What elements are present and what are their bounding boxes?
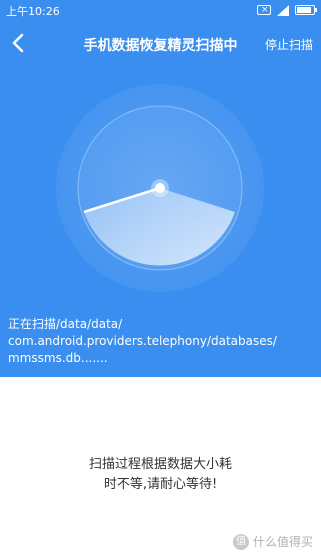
scan-path-line2: com.android.providers.telephony/database…: [8, 334, 277, 348]
mail-icon: ×: [257, 5, 271, 15]
status-time: 上午10:26: [6, 5, 60, 18]
scan-hint: 扫描过程根据数据大小耗 时不等,请耐心等待!: [0, 455, 321, 495]
stop-scan-button[interactable]: 停止扫描: [265, 36, 313, 53]
hint-line1: 扫描过程根据数据大小耗: [88, 457, 232, 472]
watermark: 值 什么值得买: [232, 533, 313, 550]
watermark-text: 什么值得买: [252, 535, 313, 549]
battery-icon: [295, 5, 317, 15]
hint-line2: 时不等,请耐心等待!: [103, 477, 218, 492]
scan-path-line1: 正在扫描/data/data/: [8, 317, 123, 331]
watermark-logo-icon: 值: [232, 533, 249, 550]
scan-path-text: 正在扫描/data/data/ com.android.providers.te…: [8, 316, 313, 367]
status-icons: ×: [257, 4, 317, 16]
signal-icon: [277, 4, 289, 16]
scan-path-line3: mmssms.db.......: [8, 351, 108, 365]
radar-scanner: [56, 84, 264, 292]
title-bar: 手机数据恢复精灵扫描中 停止扫描: [0, 22, 321, 66]
status-bar: 上午10:26 ×: [0, 0, 321, 20]
radar-center-core: [155, 183, 165, 193]
